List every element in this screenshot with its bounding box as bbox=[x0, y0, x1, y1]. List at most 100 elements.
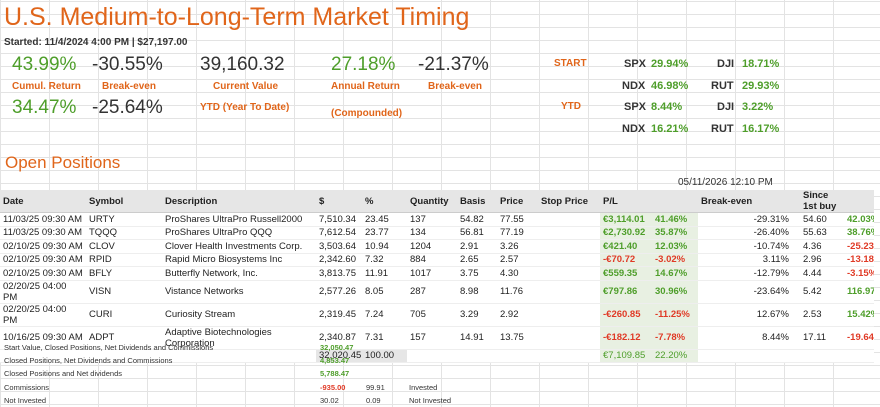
cell-stop[interactable] bbox=[538, 266, 600, 281]
cell-first[interactable]: 4.44 bbox=[800, 266, 844, 281]
cell-spacer[interactable] bbox=[792, 212, 800, 227]
col-header[interactable]: P/L bbox=[600, 190, 652, 213]
cell-basis[interactable]: 14.91 bbox=[457, 326, 497, 350]
cell-first[interactable]: 2.96 bbox=[800, 253, 844, 267]
cell-qty[interactable]: 134 bbox=[407, 226, 457, 240]
col-header[interactable]: Basis bbox=[457, 190, 497, 213]
col-header[interactable]: % bbox=[362, 190, 407, 213]
cell-stop[interactable] bbox=[538, 253, 600, 267]
cell-price[interactable]: 77.55 bbox=[497, 212, 538, 227]
cell-symbol[interactable]: CLOV bbox=[86, 239, 162, 254]
cell-firstpct[interactable]: 15.42% bbox=[844, 303, 874, 327]
col-header[interactable] bbox=[792, 190, 800, 213]
cell-stop[interactable] bbox=[538, 226, 600, 240]
cell-basis[interactable]: 8.98 bbox=[457, 280, 497, 304]
cell-symbol[interactable]: RPID bbox=[86, 253, 162, 267]
cell-pct[interactable]: 7.24 bbox=[362, 303, 407, 327]
cell-symbol[interactable]: TQQQ bbox=[86, 226, 162, 240]
cell-basis[interactable]: 3.29 bbox=[457, 303, 497, 327]
cell-plpct[interactable]: -7.78% bbox=[652, 326, 698, 350]
cell-firstpct[interactable]: -13.18% bbox=[844, 253, 874, 267]
cell-desc[interactable]: Clover Health Investments Corp. bbox=[162, 239, 316, 254]
cell-qty[interactable]: 287 bbox=[407, 280, 457, 304]
cell-price[interactable]: 13.75 bbox=[497, 326, 538, 350]
cell-plpct[interactable]: 30.96% bbox=[652, 280, 698, 304]
cell-pct[interactable]: 23.77 bbox=[362, 226, 407, 240]
cell-qty[interactable]: 1204 bbox=[407, 239, 457, 254]
cell-spacer[interactable] bbox=[792, 266, 800, 281]
cell-plpct[interactable]: 35.87% bbox=[652, 226, 698, 240]
col-header[interactable]: Quantity bbox=[407, 190, 457, 213]
col-header[interactable]: Break-even bbox=[698, 190, 792, 213]
cell-symbol[interactable]: URTY bbox=[86, 212, 162, 227]
table-row[interactable]: 11/03/25 09:30 AM TQQQ ProShares UltraPro … bbox=[0, 226, 874, 240]
cell-dollars[interactable]: 3,503.64 bbox=[316, 239, 362, 254]
cell-qty[interactable]: 705 bbox=[407, 303, 457, 327]
cell-spacer[interactable] bbox=[792, 239, 800, 254]
table-row[interactable]: 02/20/25 04:00 PM CURI Curiosity Stream 2,3… bbox=[0, 303, 874, 327]
cell-be[interactable]: -10.74% bbox=[698, 239, 792, 254]
cell-desc[interactable]: Butterfly Network, Inc. bbox=[162, 266, 316, 281]
cell-first[interactable]: 55.63 bbox=[800, 226, 844, 240]
cell-spacer[interactable] bbox=[792, 226, 800, 240]
cell-pl[interactable]: €3,114.01 bbox=[600, 212, 652, 227]
cell-dollars[interactable]: 7,612.54 bbox=[316, 226, 362, 240]
cell-be[interactable]: -26.40% bbox=[698, 226, 792, 240]
cell-stop[interactable] bbox=[538, 239, 600, 254]
cell-spacer[interactable] bbox=[792, 253, 800, 267]
cell-desc[interactable]: ProShares UltraPro Russell2000 bbox=[162, 212, 316, 227]
cell-be[interactable]: 12.67% bbox=[698, 303, 792, 327]
cell-spacer[interactable] bbox=[792, 326, 800, 350]
cell-basis[interactable]: 2.91 bbox=[457, 239, 497, 254]
cell-basis[interactable]: 56.81 bbox=[457, 226, 497, 240]
cell-pct[interactable]: 11.91 bbox=[362, 266, 407, 281]
col-header[interactable]: Price bbox=[497, 190, 538, 213]
cell-pl[interactable]: €797.86 bbox=[600, 280, 652, 304]
cell-dollars[interactable]: 3,813.75 bbox=[316, 266, 362, 281]
cell-pl[interactable]: €2,730.92 bbox=[600, 226, 652, 240]
cell-plpct[interactable]: -11.25% bbox=[652, 303, 698, 327]
cell-pct[interactable]: 7.32 bbox=[362, 253, 407, 267]
cell-qty[interactable]: 884 bbox=[407, 253, 457, 267]
cell-plpct[interactable]: -3.02% bbox=[652, 253, 698, 267]
cell-firstpct[interactable]: 38.76% bbox=[844, 226, 874, 240]
table-row[interactable]: 02/10/25 09:30 AM RPID Rapid Micro Biosyst… bbox=[0, 253, 874, 267]
cell-pct[interactable]: 7.31 bbox=[362, 326, 407, 350]
cell-first[interactable]: 54.60 bbox=[800, 212, 844, 227]
cell-symbol[interactable]: BFLY bbox=[86, 266, 162, 281]
cell-spacer[interactable] bbox=[792, 280, 800, 304]
cell-pct[interactable]: 23.45 bbox=[362, 212, 407, 227]
cell-stop[interactable] bbox=[538, 280, 600, 304]
cell-plpct[interactable]: 41.46% bbox=[652, 212, 698, 227]
cell-first[interactable]: 17.11 bbox=[800, 326, 844, 350]
cell-pl[interactable]: -€260.85 bbox=[600, 303, 652, 327]
cell-be[interactable]: -29.31% bbox=[698, 212, 792, 227]
cell-date[interactable]: 02/10/25 09:30 AM bbox=[0, 239, 86, 254]
col-header[interactable]: $ bbox=[316, 190, 362, 213]
cell-firstpct[interactable]: -3.15% bbox=[844, 266, 874, 281]
cell-plpct[interactable]: 12.03% bbox=[652, 239, 698, 254]
cell-desc[interactable]: ProShares UltraPro QQQ bbox=[162, 226, 316, 240]
cell-date[interactable]: 02/20/25 04:00 PM bbox=[0, 280, 86, 304]
col-header[interactable] bbox=[844, 190, 874, 213]
col-header[interactable]: Description bbox=[162, 190, 316, 213]
cell-date[interactable]: 11/03/25 09:30 AM bbox=[0, 226, 86, 240]
cell-qty[interactable]: 157 bbox=[407, 326, 457, 350]
cell-first[interactable]: 4.36 bbox=[800, 239, 844, 254]
cell-date[interactable]: 02/10/25 09:30 AM bbox=[0, 253, 86, 267]
col-header[interactable]: Stop Price bbox=[538, 190, 600, 213]
cell-plpct[interactable]: 14.67% bbox=[652, 266, 698, 281]
cell-be[interactable]: -23.64% bbox=[698, 280, 792, 304]
cell-symbol[interactable]: VISN bbox=[86, 280, 162, 304]
cell-pl[interactable]: -€70.72 bbox=[600, 253, 652, 267]
col-header[interactable]: Date bbox=[0, 190, 86, 213]
col-header[interactable] bbox=[652, 190, 698, 213]
table-row[interactable]: 02/20/25 04:00 PM VISN Vistance Networks 2,… bbox=[0, 280, 874, 304]
cell-first[interactable]: 5.42 bbox=[800, 280, 844, 304]
cell-pl[interactable]: €559.35 bbox=[600, 266, 652, 281]
cell-firstpct[interactable]: -19.64% bbox=[844, 326, 874, 350]
cell-price[interactable]: 77.19 bbox=[497, 226, 538, 240]
cell-dollars[interactable]: 2,577.26 bbox=[316, 280, 362, 304]
cell-be[interactable]: 8.44% bbox=[698, 326, 792, 350]
cell-pct[interactable]: 8.05 bbox=[362, 280, 407, 304]
